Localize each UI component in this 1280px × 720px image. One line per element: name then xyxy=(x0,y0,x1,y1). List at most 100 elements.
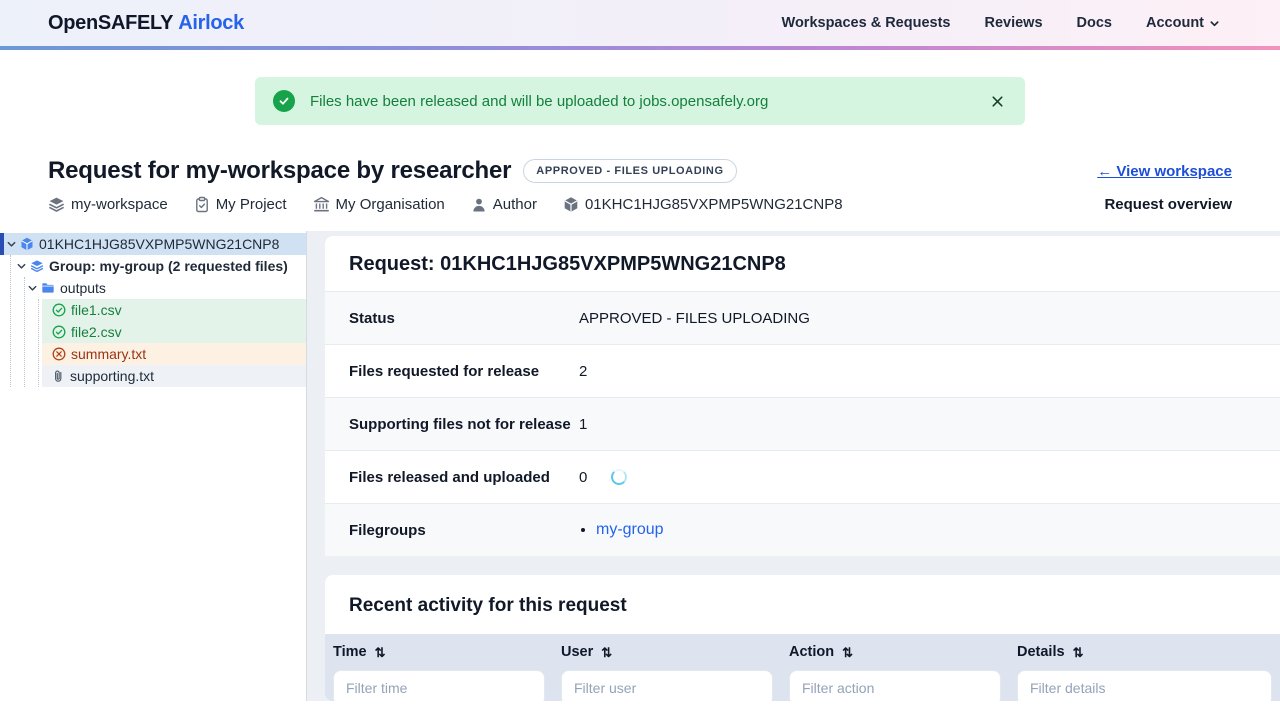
detail-row-supporting-files: Supporting files not for release 1 xyxy=(325,397,1280,450)
detail-value: 1 xyxy=(579,415,588,433)
nav-account-label: Account xyxy=(1146,15,1204,31)
layers-icon xyxy=(48,196,65,213)
filegroup-item: my-group xyxy=(596,521,664,539)
chevron-down-icon xyxy=(1209,18,1220,29)
tree-node-outputs-label: outputs xyxy=(60,280,106,296)
nav-workspaces-requests[interactable]: Workspaces & Requests xyxy=(782,15,951,31)
sort-arrows-icon[interactable]: ⇅ xyxy=(842,646,853,659)
column-header-action[interactable]: Action ⇅ xyxy=(781,634,1009,664)
detail-label: Supporting files not for release xyxy=(349,415,571,433)
nav-reviews[interactable]: Reviews xyxy=(984,15,1042,31)
detail-label: Files requested for release xyxy=(349,362,540,380)
tree-node-request-label: 01KHC1HJG85VXPMP5WNG21CNP8 xyxy=(39,236,280,252)
column-header-time[interactable]: Time ⇅ xyxy=(325,634,553,664)
circle-check-icon xyxy=(52,303,66,317)
tree-guide-line xyxy=(38,299,39,387)
title-row: Request for my-workspace by researcher A… xyxy=(48,157,1232,185)
sort-arrows-icon[interactable]: ⇅ xyxy=(375,646,386,659)
column-label: User xyxy=(561,644,594,660)
detail-row-status: Status APPROVED - FILES UPLOADING xyxy=(325,291,1280,344)
success-check-icon xyxy=(273,90,295,112)
activity-filter-row xyxy=(325,664,1280,701)
sort-arrows-icon[interactable]: ⇅ xyxy=(601,646,612,659)
paperclip-icon xyxy=(52,369,65,383)
tree-file-label: file1.csv xyxy=(71,302,122,318)
cube-icon xyxy=(563,196,579,213)
folder-icon xyxy=(41,281,55,295)
meta-project-label: My Project xyxy=(215,196,287,213)
detail-label: Status xyxy=(349,309,395,327)
nav-docs[interactable]: Docs xyxy=(1077,15,1112,31)
main-nav: Workspaces & Requests Reviews Docs Accou… xyxy=(782,15,1220,31)
detail-value: APPROVED - FILES UPLOADING xyxy=(579,309,810,327)
request-details-heading: Request: 01KHC1HJG85VXPMP5WNG21CNP8 xyxy=(349,253,786,275)
meta-workspace: my-workspace xyxy=(48,196,168,213)
filter-cell xyxy=(1009,664,1280,701)
tree-guide-line xyxy=(24,277,25,387)
chevron-down-icon[interactable] xyxy=(16,261,27,272)
chevron-down-icon[interactable] xyxy=(6,239,17,250)
tree-file-supporting[interactable]: supporting.txt xyxy=(42,365,306,387)
meta-organisation: My Organisation xyxy=(313,196,445,213)
filter-cell xyxy=(781,664,1009,701)
file-tree: 01KHC1HJG85VXPMP5WNG21CNP8 Group: my-gro… xyxy=(0,231,306,387)
app-logo[interactable]: OpenSAFELY Airlock xyxy=(48,12,244,35)
close-icon xyxy=(990,94,1005,109)
bank-icon xyxy=(313,196,330,213)
chevron-down-icon[interactable] xyxy=(27,283,38,294)
request-meta-row: my-workspace My Project My Organisation … xyxy=(48,196,1232,213)
header-gradient-bar xyxy=(0,46,1280,50)
tree-node-group-label: Group: my-group (2 requested files) xyxy=(49,258,288,274)
sort-arrows-icon[interactable]: ⇅ xyxy=(1073,646,1084,659)
view-workspace-link[interactable]: ← View workspace xyxy=(1097,163,1232,180)
tree-node-outputs-folder[interactable]: outputs xyxy=(0,277,306,299)
column-header-user[interactable]: User ⇅ xyxy=(553,634,781,664)
filter-user-input[interactable] xyxy=(561,670,773,701)
detail-label: Files released and uploaded xyxy=(349,468,550,486)
column-label: Details xyxy=(1017,644,1065,660)
content-area: 01KHC1HJG85VXPMP5WNG21CNP8 Group: my-gro… xyxy=(0,231,1280,701)
tree-node-request[interactable]: 01KHC1HJG85VXPMP5WNG21CNP8 xyxy=(0,233,306,255)
user-icon xyxy=(471,197,487,213)
activity-column-headers: Time ⇅ User ⇅ Action ⇅ Details ⇅ xyxy=(325,634,1280,664)
detail-value: 0 xyxy=(579,468,628,486)
tree-file-file2[interactable]: file2.csv xyxy=(42,321,306,343)
main-panel: Request: 01KHC1HJG85VXPMP5WNG21CNP8 Stat… xyxy=(307,231,1280,701)
column-header-details[interactable]: Details ⇅ xyxy=(1009,634,1280,664)
filter-action-input[interactable] xyxy=(789,670,1001,701)
request-overview-label: Request overview xyxy=(1104,196,1232,213)
activity-table-header: Time ⇅ User ⇅ Action ⇅ Details ⇅ xyxy=(325,634,1280,701)
top-nav-bar: OpenSAFELY Airlock Workspaces & Requests … xyxy=(0,0,1280,46)
cube-icon xyxy=(20,237,34,251)
recent-activity-card: Recent activity for this request Time ⇅ … xyxy=(325,575,1280,701)
success-alert: Files have been released and will be upl… xyxy=(255,77,1025,125)
request-details-table: Status APPROVED - FILES UPLOADING Files … xyxy=(325,291,1280,556)
circle-x-icon xyxy=(52,347,66,361)
meta-request-id-label: 01KHC1HJG85VXPMP5WNG21CNP8 xyxy=(584,196,843,213)
logo-primary: OpenSAFELY xyxy=(48,11,174,34)
tree-node-group[interactable]: Group: my-group (2 requested files) xyxy=(0,255,306,277)
filter-time-input[interactable] xyxy=(333,670,545,701)
page-title: Request for my-workspace by researcher xyxy=(48,157,512,184)
nav-account-menu[interactable]: Account xyxy=(1146,15,1220,31)
filter-cell xyxy=(553,664,781,701)
released-count: 0 xyxy=(579,468,588,486)
column-label: Action xyxy=(789,644,835,660)
alert-close-button[interactable] xyxy=(986,90,1009,113)
detail-label: Filegroups xyxy=(349,521,426,539)
meta-organisation-label: My Organisation xyxy=(335,196,445,213)
meta-author: Author xyxy=(471,196,537,213)
file-tree-sidebar: 01KHC1HJG85VXPMP5WNG21CNP8 Group: my-gro… xyxy=(0,231,307,701)
filter-details-input[interactable] xyxy=(1017,670,1272,701)
tree-file-summary[interactable]: summary.txt xyxy=(42,343,306,365)
clipboard-check-icon xyxy=(194,196,210,213)
meta-request-id: 01KHC1HJG85VXPMP5WNG21CNP8 xyxy=(563,196,843,213)
tree-file-file1[interactable]: file1.csv xyxy=(42,299,306,321)
page-header-section: Files have been released and will be upl… xyxy=(0,77,1280,231)
alert-message: Files have been released and will be upl… xyxy=(310,92,769,110)
tree-file-label: summary.txt xyxy=(71,346,147,362)
filegroup-link[interactable]: my-group xyxy=(596,521,664,538)
tree-guide-line xyxy=(10,255,11,387)
tree-file-label: supporting.txt xyxy=(70,368,155,384)
filegroups-list: my-group xyxy=(579,521,664,539)
